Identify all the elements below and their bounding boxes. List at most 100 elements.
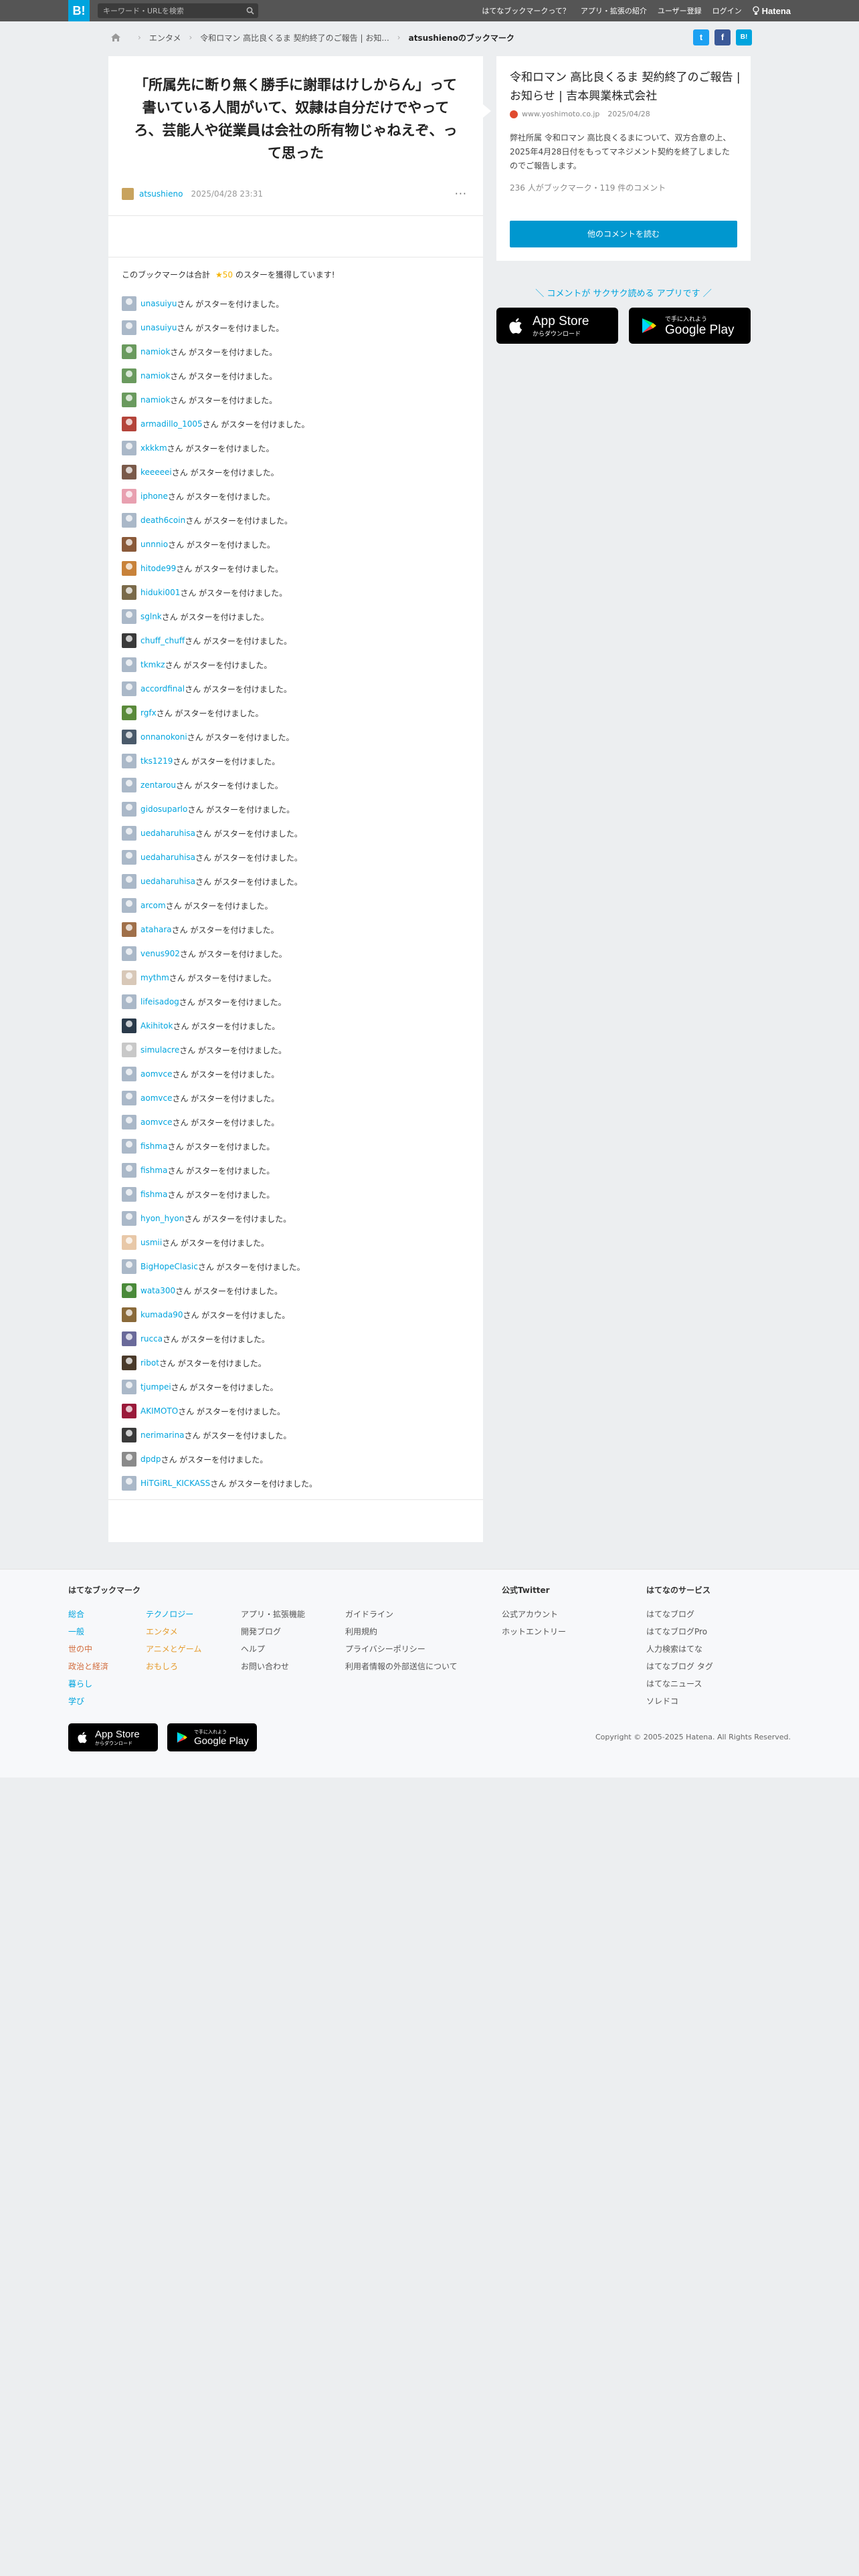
footer-link[interactable]: 利用者情報の外部送信について: [345, 1658, 458, 1675]
app-store-button[interactable]: App Store からダウンロード: [496, 308, 618, 344]
footer-link[interactable]: はてなブログ タグ: [646, 1658, 713, 1675]
star-username[interactable]: aomvce: [140, 1093, 172, 1103]
footer-link[interactable]: 人力検索はてな: [646, 1640, 713, 1658]
nav-signup[interactable]: ユーザー登録: [658, 5, 702, 16]
star-username[interactable]: simulacre: [140, 1045, 179, 1055]
footer-link[interactable]: おもしろ: [146, 1658, 201, 1675]
star-username[interactable]: keeeeei: [140, 467, 172, 477]
avatar[interactable]: [122, 826, 136, 841]
star-username[interactable]: rucca: [140, 1334, 163, 1344]
avatar[interactable]: [122, 1163, 136, 1178]
star-username[interactable]: ribot: [140, 1358, 159, 1368]
hatena-share-icon[interactable]: B!: [736, 29, 752, 45]
google-play-button[interactable]: で手に入れよう Google Play: [629, 308, 751, 344]
star-username[interactable]: uedaharuhisa: [140, 853, 195, 862]
star-username[interactable]: HiTGiRL_KICKASS: [140, 1479, 210, 1488]
star-username[interactable]: chuff_chuff: [140, 636, 185, 645]
avatar[interactable]: [122, 465, 136, 479]
avatar[interactable]: [122, 1235, 136, 1250]
footer-link[interactable]: 一般: [68, 1623, 108, 1640]
avatar[interactable]: [122, 1283, 136, 1298]
star-username[interactable]: unasuiyu: [140, 323, 177, 332]
star-username[interactable]: dpdp: [140, 1455, 161, 1464]
footer-link[interactable]: ガイドライン: [345, 1606, 458, 1623]
star-username[interactable]: gidosuparlo: [140, 804, 187, 814]
search-icon[interactable]: [246, 7, 254, 15]
avatar[interactable]: [122, 850, 136, 865]
avatar[interactable]: [122, 1428, 136, 1442]
avatar[interactable]: [122, 874, 136, 889]
avatar[interactable]: [122, 513, 136, 528]
breadcrumb-entry[interactable]: 令和ロマン 高比良くるま 契約終了のご報告 | お知...: [200, 32, 389, 43]
star-username[interactable]: usmii: [140, 1238, 162, 1247]
star-username[interactable]: venus902: [140, 949, 180, 958]
avatar[interactable]: [122, 1018, 136, 1033]
star-username[interactable]: lifeisadog: [140, 997, 179, 1006]
avatar[interactable]: [122, 657, 136, 672]
star-username[interactable]: fishma: [140, 1166, 167, 1175]
avatar[interactable]: [122, 1139, 136, 1154]
star-username[interactable]: hyon_hyon: [140, 1214, 184, 1223]
star-username[interactable]: nerimarina: [140, 1430, 185, 1440]
footer-link[interactable]: はてなブログ: [646, 1606, 713, 1623]
star-username[interactable]: sglnk: [140, 612, 162, 621]
footer-app-store-button[interactable]: App Store からダウンロード: [68, 1723, 158, 1751]
footer-link[interactable]: プライバシーポリシー: [345, 1640, 458, 1658]
avatar[interactable]: [122, 393, 136, 407]
avatar[interactable]: [122, 537, 136, 552]
avatar[interactable]: [122, 994, 136, 1009]
footer-link[interactable]: はてなニュース: [646, 1675, 713, 1693]
footer-link[interactable]: お問い合わせ: [241, 1658, 305, 1675]
avatar[interactable]: [122, 1211, 136, 1226]
home-icon[interactable]: [110, 31, 122, 43]
avatar[interactable]: [122, 417, 136, 431]
avatar[interactable]: [122, 681, 136, 696]
avatar[interactable]: [122, 1187, 136, 1202]
star-username[interactable]: Akihitok: [140, 1021, 173, 1031]
footer-link[interactable]: 暮らし: [68, 1675, 108, 1693]
star-username[interactable]: fishma: [140, 1190, 167, 1199]
star-username[interactable]: iphone: [140, 492, 168, 501]
footer-link[interactable]: ホットエントリー: [502, 1623, 566, 1640]
footer-link[interactable]: 利用規約: [345, 1623, 458, 1640]
breadcrumb-category[interactable]: エンタメ: [149, 32, 181, 43]
avatar[interactable]: [122, 609, 136, 624]
bookmark-username[interactable]: atsushieno: [139, 189, 183, 199]
star-username[interactable]: onnanokoni: [140, 732, 187, 742]
star-username[interactable]: namiok: [140, 395, 170, 405]
star-username[interactable]: aomvce: [140, 1069, 172, 1079]
star-username[interactable]: hitode99: [140, 564, 176, 573]
footer-link[interactable]: ヘルプ: [241, 1640, 305, 1658]
footer-link[interactable]: テクノロジー: [146, 1606, 201, 1623]
star-username[interactable]: zentarou: [140, 780, 176, 790]
footer-link[interactable]: はてなブログPro: [646, 1623, 713, 1640]
avatar[interactable]: [122, 1356, 136, 1370]
avatar[interactable]: [122, 1331, 136, 1346]
star-username[interactable]: unnnio: [140, 540, 168, 549]
avatar[interactable]: [122, 1452, 136, 1467]
avatar[interactable]: [122, 1043, 136, 1057]
star-username[interactable]: hiduki001: [140, 588, 180, 597]
avatar[interactable]: [122, 320, 136, 335]
footer-link[interactable]: 世の中: [68, 1640, 108, 1658]
footer-link[interactable]: 政治と経済: [68, 1658, 108, 1675]
star-username[interactable]: uedaharuhisa: [140, 829, 195, 838]
star-username[interactable]: AKIMOTO: [140, 1406, 178, 1416]
avatar[interactable]: [122, 898, 136, 913]
avatar[interactable]: [122, 585, 136, 600]
star-username[interactable]: mythm: [140, 973, 169, 982]
star-username[interactable]: armadillo_1005: [140, 419, 203, 429]
avatar[interactable]: [122, 368, 136, 383]
avatar[interactable]: [122, 1115, 136, 1130]
avatar[interactable]: [122, 922, 136, 937]
star-username[interactable]: xkkkm: [140, 443, 167, 453]
avatar[interactable]: [122, 730, 136, 744]
avatar[interactable]: [122, 1476, 136, 1491]
avatar[interactable]: [122, 970, 136, 985]
star-username[interactable]: accordfinal: [140, 684, 185, 693]
star-username[interactable]: death6coin: [140, 516, 185, 525]
star-username[interactable]: tks1219: [140, 756, 173, 766]
avatar[interactable]: [122, 1259, 136, 1274]
star-username[interactable]: BigHopeClasic: [140, 1262, 198, 1271]
star-username[interactable]: arcom: [140, 901, 166, 910]
